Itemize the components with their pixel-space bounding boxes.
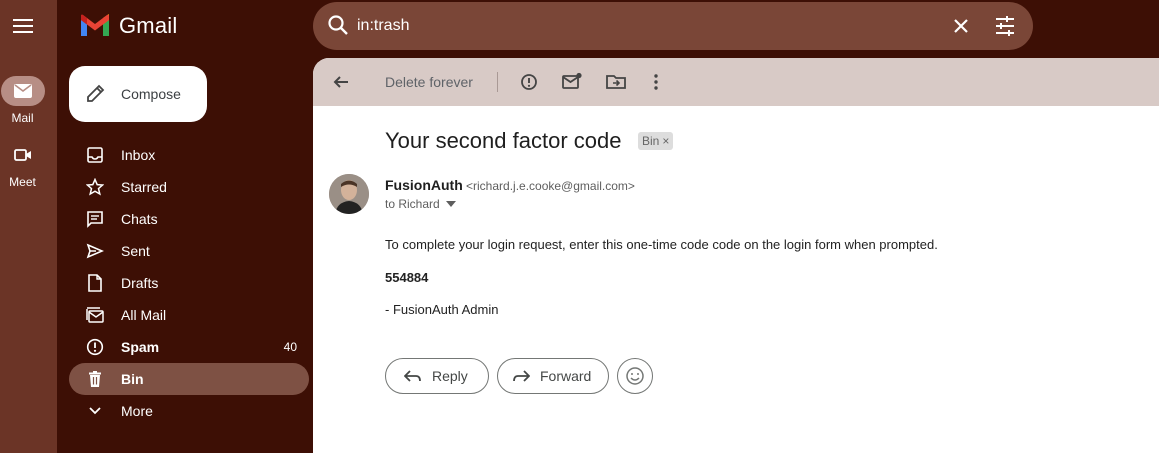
reply-icon [404,369,422,383]
all-mail-icon [86,306,104,324]
send-icon [86,242,104,260]
sender-avatar[interactable] [329,174,369,214]
nav-item-label: Chats [121,211,158,227]
search-bar[interactable]: in:trash [313,2,1033,50]
recipient-details[interactable]: to Richard [385,197,456,211]
email-subject: Your second factor code [385,128,622,153]
close-icon[interactable] [949,14,973,43]
nav-item-chats[interactable]: Chats [69,203,309,235]
gmail-logo-text: Gmail [119,13,178,38]
compose-label: Compose [121,86,181,102]
reply-label: Reply [432,368,468,384]
app-rail: Mail Meet [0,0,57,453]
email-signature: - FusionAuth Admin [385,302,499,317]
nav-item-label: Starred [121,179,167,195]
toolbar-divider [497,72,498,92]
email-code: 554884 [385,270,429,285]
spam-icon [86,338,104,356]
rail-app-meet-label: Meet [9,175,36,189]
label-chip-bin[interactable]: Bin × [638,132,674,150]
nav-item-spam[interactable]: Spam 40 [69,331,309,363]
back-arrow-icon[interactable] [329,70,353,99]
nav-item-bin[interactable]: Bin [69,363,309,395]
nav-item-inbox[interactable]: Inbox [69,139,309,171]
gmail-logo[interactable]: Gmail [79,12,177,40]
mark-unread-icon[interactable] [560,70,584,99]
compose-button[interactable]: Compose [69,66,207,122]
sender-name: FusionAuth [385,177,463,193]
rail-app-meet-pill [1,140,45,170]
delete-forever-button[interactable]: Delete forever [385,74,473,90]
forward-label: Forward [540,368,592,384]
video-camera-icon [13,149,31,161]
smiley-icon [626,367,644,385]
folder-nav: Inbox Starred Chats Sent Drafts All Mail… [69,139,309,427]
recipient-text: to Richard [385,197,440,211]
forward-icon [512,369,530,383]
inbox-icon [86,146,104,164]
label-remove-icon[interactable]: × [662,134,669,148]
message-toolbar: Delete forever [313,58,1159,106]
more-vertical-icon[interactable] [644,70,668,99]
search-icon[interactable] [327,14,349,41]
reply-button[interactable]: Reply [385,358,489,394]
mail-icon [13,84,32,98]
report-spam-icon[interactable] [517,70,541,99]
email-body-text: To complete your login request, enter th… [385,237,938,252]
sender-email: <richard.j.e.cooke@gmail.com> [466,179,635,193]
nav-item-label: All Mail [121,307,167,323]
search-options-icon[interactable] [993,14,1017,43]
move-to-icon[interactable] [604,70,628,99]
nav-item-label: Bin [121,371,144,387]
forward-button[interactable]: Forward [497,358,609,394]
rail-app-mail-pill [0,76,45,106]
search-input[interactable]: in:trash [357,17,409,35]
gmail-m-icon [81,14,109,36]
nav-item-all-mail[interactable]: All Mail [69,299,309,331]
star-icon [86,178,104,196]
label-chip-text: Bin [642,134,660,148]
nav-item-drafts[interactable]: Drafts [69,267,309,299]
chevron-down-icon [86,402,104,420]
nav-item-sent[interactable]: Sent [69,235,309,267]
rail-app-mail[interactable]: Mail [0,76,45,125]
nav-item-more[interactable]: More [69,395,309,427]
message-pane: Delete forever Your second factor code B… [313,58,1159,453]
nav-item-label: Spam [121,339,160,355]
nav-item-label: More [121,403,153,419]
trash-icon [86,370,104,388]
nav-item-starred[interactable]: Starred [69,171,309,203]
rail-app-mail-label: Mail [11,111,34,125]
emoji-reaction-button[interactable] [617,358,653,394]
chat-icon [86,210,104,228]
main-menu-button[interactable] [11,14,35,38]
nav-item-label: Inbox [121,147,156,163]
nav-item-label: Drafts [121,275,159,291]
dropdown-arrow-icon [445,201,456,207]
nav-item-label: Sent [121,243,150,259]
pencil-icon [85,82,107,109]
rail-app-meet[interactable]: Meet [0,140,45,189]
nav-item-count: 40 [283,340,297,354]
hamburger-icon [13,19,33,33]
draft-icon [86,274,104,292]
